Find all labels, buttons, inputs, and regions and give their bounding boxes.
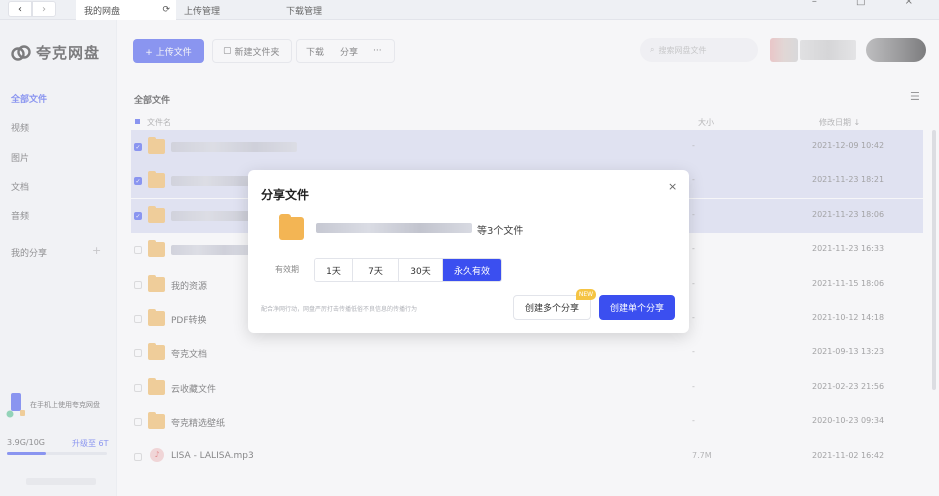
tab-my-drive[interactable]: 我的网盘 ⟳ (76, 0, 176, 20)
refresh-icon[interactable]: ⟳ (162, 5, 170, 15)
forward-button[interactable]: › (32, 1, 56, 17)
validity-option-7-days[interactable]: 7天 (353, 259, 399, 281)
file-name-redacted (316, 223, 472, 233)
compliance-note: 配合净网行动，网盘严厉打击传播低俗不良信息的传播行为 (261, 306, 418, 313)
create-single-share-button[interactable]: 创建单个分享 (599, 295, 675, 320)
validity-label: 有效期 (275, 265, 299, 274)
share-dialog: 分享文件 × 等3个文件 有效期 1天 7天 30天 永久有效 配合净网行动，网… (248, 170, 689, 333)
tab-label: 上传管理 (184, 6, 221, 17)
validity-option-30-days[interactable]: 30天 (399, 259, 443, 281)
tab-label: 我的网盘 (84, 6, 121, 17)
file-count-text: 等3个文件 (477, 226, 524, 237)
tab-download-manager[interactable]: 下载管理 (278, 0, 378, 20)
close-icon[interactable]: × (668, 180, 677, 193)
tab-upload-manager[interactable]: 上传管理 (176, 0, 276, 20)
validity-option-1-day[interactable]: 1天 (315, 259, 353, 281)
tab-label: 下载管理 (286, 6, 323, 17)
dialog-title: 分享文件 (261, 188, 310, 202)
validity-option-permanent[interactable]: 永久有效 (443, 259, 501, 281)
window-controls[interactable]: – □ × (812, 0, 931, 7)
validity-selector: 1天 7天 30天 永久有效 (314, 258, 502, 282)
back-button[interactable]: ‹ (8, 1, 32, 17)
folder-icon (279, 214, 304, 240)
new-badge: NEW (576, 289, 596, 300)
title-bar: ‹ › 我的网盘 ⟳ 上传管理 下载管理 – □ × (0, 0, 939, 20)
